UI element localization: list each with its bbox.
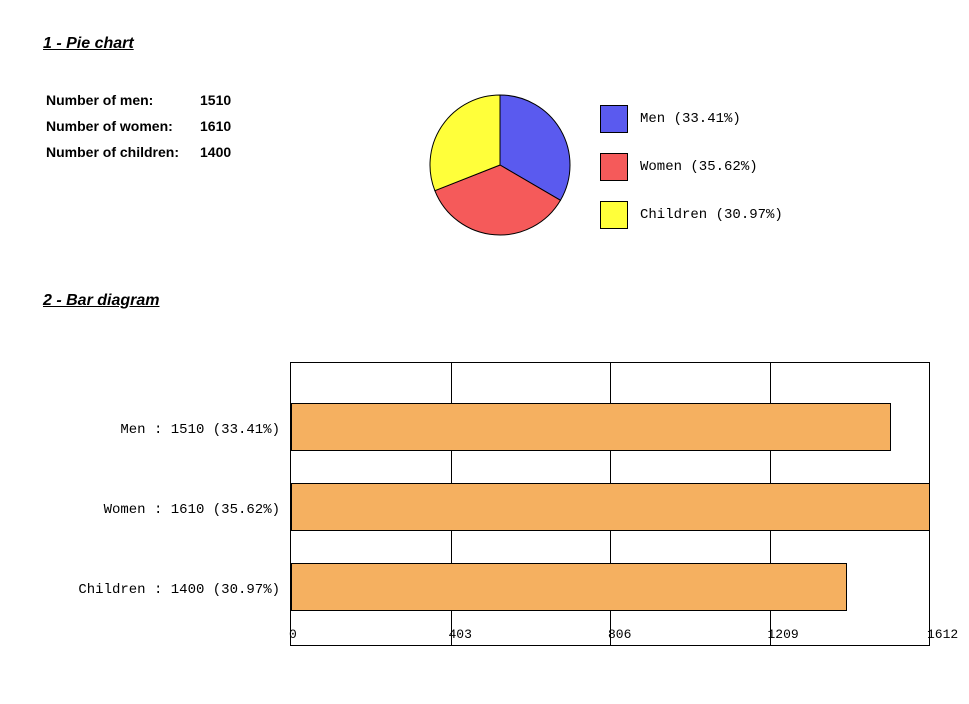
- legend-swatch-women: [600, 153, 628, 181]
- bar-row-label: Children : 1400 (30.97%): [30, 582, 280, 598]
- legend-label: Women (35.62%): [640, 159, 758, 175]
- x-tick-label: 0: [289, 627, 297, 642]
- bar: [291, 403, 891, 451]
- pie-chart: [425, 90, 575, 243]
- bar: [291, 483, 930, 531]
- bar-row-label: Women : 1610 (35.62%): [30, 502, 280, 518]
- legend-swatch-children: [600, 201, 628, 229]
- x-tick-label: 1209: [768, 627, 799, 642]
- legend-label: Men (33.41%): [640, 111, 741, 127]
- summary-label: Number of men:: [45, 88, 197, 112]
- bar-row-label: Men : 1510 (33.41%): [30, 422, 280, 438]
- legend-item: Women (35.62%): [600, 153, 783, 181]
- pie-svg: [425, 90, 575, 240]
- legend-item: Men (33.41%): [600, 105, 783, 133]
- pie-legend: Men (33.41%) Women (35.62%) Children (30…: [600, 105, 783, 249]
- table-row: Number of children: 1400: [45, 140, 232, 164]
- summary-value: 1510: [199, 88, 232, 112]
- x-tick-label: 1612: [927, 627, 958, 642]
- x-tick-label: 806: [608, 627, 631, 642]
- summary-label: Number of children:: [45, 140, 197, 164]
- legend-item: Children (30.97%): [600, 201, 783, 229]
- legend-label: Children (30.97%): [640, 207, 783, 223]
- summary-table: Number of men: 1510 Number of women: 161…: [43, 86, 234, 166]
- x-tick-label: 403: [449, 627, 472, 642]
- table-row: Number of men: 1510: [45, 88, 232, 112]
- bar-chart: 040380612091612: [290, 362, 930, 646]
- summary-value: 1610: [199, 114, 232, 138]
- summary-value: 1400: [199, 140, 232, 164]
- table-row: Number of women: 1610: [45, 114, 232, 138]
- section-title-pie: 1 - Pie chart: [43, 35, 134, 53]
- summary-label: Number of women:: [45, 114, 197, 138]
- bar: [291, 563, 847, 611]
- legend-swatch-men: [600, 105, 628, 133]
- section-title-bar: 2 - Bar diagram: [43, 292, 159, 310]
